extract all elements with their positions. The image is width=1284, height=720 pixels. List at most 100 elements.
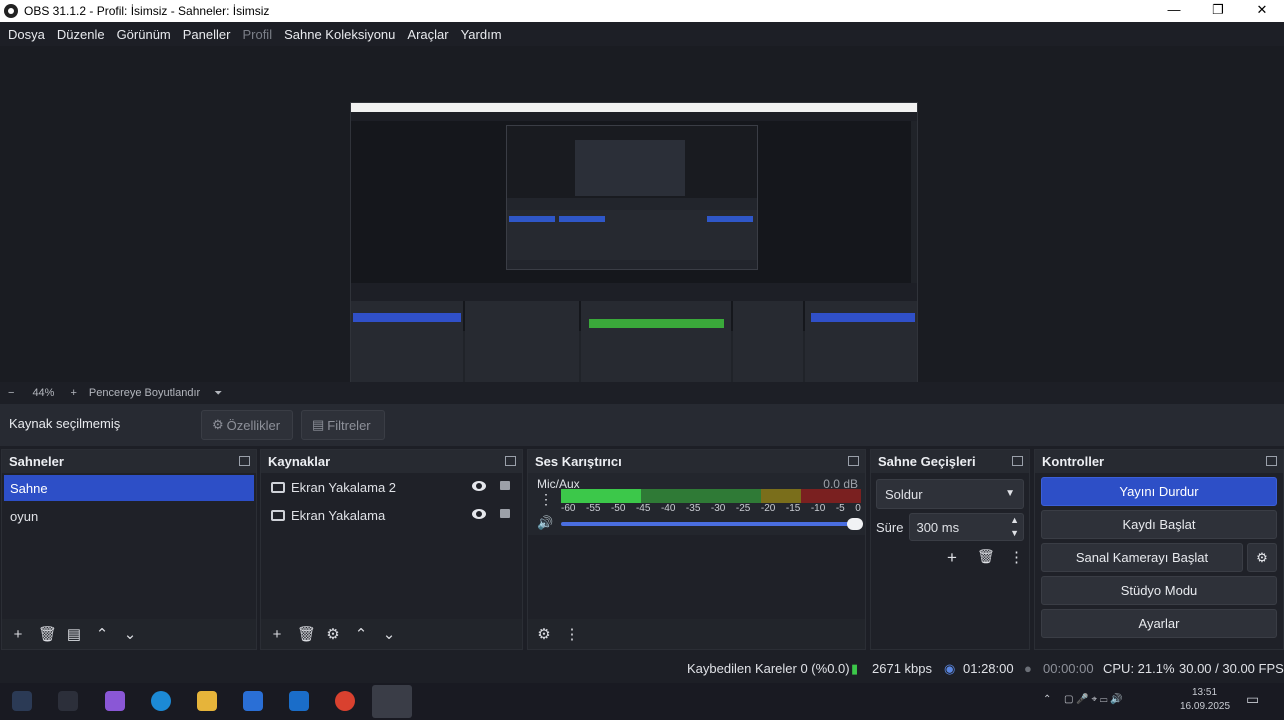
menu-view[interactable]: Görünüm <box>111 27 177 42</box>
menu-docks[interactable]: Paneller <box>177 27 237 42</box>
duration-stepper[interactable]: 300 ms ▲ ▼ <box>909 513 1024 541</box>
tick-label: -60 <box>561 503 576 514</box>
controls-title: Kontroller <box>1042 454 1105 469</box>
copilot-icon[interactable] <box>105 691 125 711</box>
trash-icon[interactable]: 🗑 <box>977 548 995 565</box>
monitor-icon <box>271 481 285 493</box>
studio-mode-button[interactable]: Stüdyo Modu <box>1041 576 1277 605</box>
kebab-menu-icon[interactable]: ⋮ <box>564 625 580 643</box>
minimize-button[interactable]: — <box>1152 0 1196 22</box>
tray-chevron-icon[interactable]: ⌃ <box>1043 694 1051 705</box>
obs-logo-icon <box>4 4 18 18</box>
clock-date: 16.09.2025 <box>1180 701 1231 712</box>
fps: 30.00 / 30.00 FPS <box>1179 661 1284 676</box>
monitor-icon <box>271 509 285 521</box>
no-source-selected-label: Kaynak seçilmemiş <box>9 416 121 431</box>
source-item[interactable]: Ekran Yakalama 2 <box>261 473 522 501</box>
add-icon[interactable]: + <box>10 626 26 643</box>
filter-icon[interactable]: ▤ <box>66 625 82 643</box>
trash-icon[interactable]: 🗑 <box>297 625 316 643</box>
zoom-in-button[interactable]: + <box>70 387 76 399</box>
menu-profile[interactable]: Profil <box>236 27 278 42</box>
preview-frame <box>350 102 918 422</box>
stream-time: 01:28:00 <box>963 661 1014 676</box>
tick-label: 0 <box>855 503 861 514</box>
obs-taskbar-icon[interactable] <box>372 685 412 718</box>
stop-streaming-button[interactable]: Yayını Durdur <box>1041 477 1277 506</box>
gear-icon[interactable]: ⚙ <box>325 625 341 643</box>
maximize-button[interactable]: ❐ <box>1196 0 1240 22</box>
tick-label: -20 <box>760 503 776 514</box>
scene-item[interactable]: oyun <box>4 503 254 529</box>
arrow-up-icon[interactable]: ⌃ <box>353 625 369 643</box>
tick-label: -5 <box>835 503 845 514</box>
fit-to-window-label[interactable]: Pencereye Boyutlandır <box>89 387 200 399</box>
start-recording-button[interactable]: Kaydı Başlat <box>1041 510 1277 539</box>
edge-icon[interactable] <box>151 691 171 711</box>
record-icon: ● <box>1024 661 1032 676</box>
scene-item[interactable]: Sahne <box>4 475 254 501</box>
store-icon[interactable] <box>243 691 263 711</box>
tray-icons[interactable]: ▢ 🎤 ⌖ ▭ 🔊 <box>1064 694 1123 705</box>
undock-icon[interactable] <box>848 456 859 466</box>
start-virtual-camera-button[interactable]: Sanal Kamerayı Başlat <box>1041 543 1243 572</box>
menu-tools[interactable]: Araçlar <box>401 27 454 42</box>
arrow-up-icon[interactable]: ⌃ <box>94 625 110 643</box>
eye-icon[interactable] <box>472 509 486 519</box>
close-button[interactable]: ✕ <box>1240 0 1284 22</box>
undock-icon[interactable] <box>239 456 250 466</box>
outlook-icon[interactable] <box>289 691 309 711</box>
kebab-menu-icon[interactable]: ⋮ <box>539 491 553 508</box>
gear-icon[interactable]: ⚙ <box>1247 543 1277 572</box>
undock-icon[interactable] <box>505 456 516 466</box>
tick-label: -40 <box>660 503 676 514</box>
properties-button[interactable]: ⚙ Özellikler <box>201 410 293 440</box>
menu-help[interactable]: Yardım <box>455 27 508 42</box>
arrow-down-icon[interactable]: ⌄ <box>122 625 138 643</box>
transition-value: Soldur <box>885 486 923 502</box>
eye-icon[interactable] <box>472 481 486 491</box>
add-icon[interactable]: + <box>947 548 957 568</box>
source-item[interactable]: Ekran Yakalama <box>261 501 522 529</box>
volume-slider[interactable] <box>561 518 863 530</box>
transitions-title: Sahne Geçişleri <box>878 454 976 469</box>
chevron-down-icon[interactable]: ⏷ <box>214 388 222 399</box>
slider-handle[interactable] <box>847 518 863 530</box>
trash-icon[interactable]: 🗑 <box>38 625 57 643</box>
lock-icon[interactable] <box>500 481 510 490</box>
undock-icon[interactable] <box>1266 456 1277 466</box>
preview-canvas[interactable] <box>0 46 1284 422</box>
sources-title: Kaynaklar <box>268 454 331 469</box>
stepper-arrows-icon[interactable]: ▲ ▼ <box>1010 514 1019 540</box>
file-explorer-icon[interactable] <box>197 691 217 711</box>
sources-dock: Kaynaklar Ekran Yakalama 2 Ekran Yakalam… <box>260 449 523 650</box>
undock-icon[interactable] <box>1012 456 1023 466</box>
menu-scene-collection[interactable]: Sahne Koleksiyonu <box>278 27 401 42</box>
menu-file[interactable]: Dosya <box>2 27 51 42</box>
duration-value: 300 ms <box>916 519 960 535</box>
menu-edit[interactable]: Düzenle <box>51 27 111 42</box>
tick-label: -25 <box>735 503 751 514</box>
clock-time: 13:51 <box>1192 687 1218 698</box>
gear-icon: ⚙ <box>212 417 224 432</box>
gear-icon[interactable]: ⚙ <box>536 625 552 643</box>
transition-select[interactable]: Soldur ▼ <box>876 479 1024 509</box>
arrow-down-icon[interactable]: ⌄ <box>381 625 397 643</box>
properties-label: Özellikler <box>226 417 281 433</box>
task-view-icon[interactable] <box>58 691 78 711</box>
kebab-menu-icon[interactable]: ⋮ <box>1009 548 1024 566</box>
add-icon[interactable]: + <box>269 626 285 643</box>
filters-button[interactable]: ▤ Filtreler <box>301 410 385 440</box>
chrome-icon[interactable] <box>335 691 355 711</box>
record-time: 00:00:00 <box>1043 661 1094 676</box>
window-title: OBS 31.1.2 - Profil: İsimsiz - Sahneler:… <box>24 4 270 18</box>
tick-label: -50 <box>610 503 626 514</box>
zoom-out-button[interactable]: − <box>8 387 14 399</box>
windows-start-icon[interactable] <box>12 691 32 711</box>
speaker-icon[interactable]: 🔊 <box>537 515 553 531</box>
settings-button[interactable]: Ayarlar <box>1041 609 1277 638</box>
filters-label: Filtreler <box>327 417 371 433</box>
signal-bars-icon: ▮ <box>851 661 859 676</box>
notification-icon[interactable]: ▭ <box>1246 691 1259 708</box>
lock-icon[interactable] <box>500 509 510 518</box>
